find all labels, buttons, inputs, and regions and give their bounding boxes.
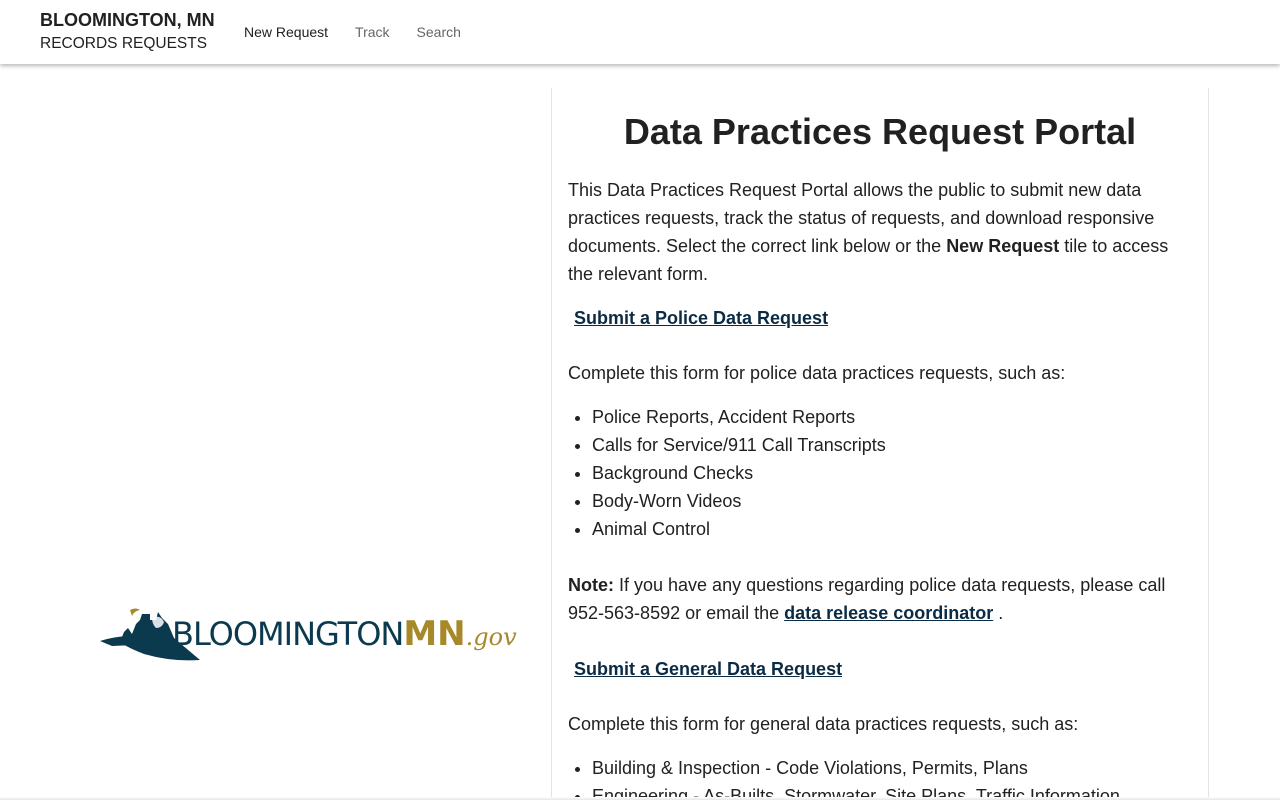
logo-wordmark: BLOOMINGTONMN.gov (172, 612, 517, 663)
list-item: Calls for Service/911 Call Transcripts (592, 431, 1192, 459)
logo-word-bloomington: BLOOMINGTON (172, 615, 404, 653)
list-item: Animal Control (592, 515, 1192, 543)
intro-text: This Data Practices Request Portal allow… (568, 180, 1169, 284)
data-release-coordinator-link[interactable]: data release coordinator (784, 603, 993, 623)
nav-new-request[interactable]: New Request (244, 23, 328, 41)
police-request-link[interactable]: Submit a Police Data Request (574, 304, 1192, 332)
top-header: BLOOMINGTON, MN RECORDS REQUESTS New Req… (0, 0, 1280, 64)
general-list: Building & Inspection - Code Violations,… (592, 754, 1192, 800)
police-description: Complete this form for police data pract… (568, 363, 1066, 383)
list-item: Body-Worn Videos (592, 487, 1192, 515)
list-item: Police Reports, Accident Reports (592, 403, 1192, 431)
brand-title[interactable]: BLOOMINGTON, MN (40, 9, 215, 31)
nav-track[interactable]: Track (355, 23, 389, 41)
list-item: Building & Inspection - Code Violations,… (592, 754, 1192, 782)
general-request-link[interactable]: Submit a General Data Request (574, 655, 1192, 683)
police-list: Police Reports, Accident Reports Calls f… (592, 403, 1192, 543)
list-item: Background Checks (592, 459, 1192, 487)
left-panel (0, 64, 551, 800)
main-nav: New Request Track Search (244, 23, 488, 41)
bloomington-logo: BLOOMINGTONMN.gov (98, 608, 517, 666)
logo-word-mn: MN (403, 614, 466, 654)
logo-word-gov: .gov (465, 623, 517, 651)
police-note: Note: If you have any questions regardin… (568, 575, 1166, 623)
brand-subtitle[interactable]: RECORDS REQUESTS (40, 34, 215, 54)
brand[interactable]: BLOOMINGTON, MN RECORDS REQUESTS (40, 9, 215, 54)
general-description: Complete this form for general data prac… (568, 714, 1079, 734)
nav-search[interactable]: Search (417, 23, 461, 41)
page-title: Data Practices Request Portal (623, 111, 1137, 152)
portal-card: Data Practices Request Portal This Data … (551, 88, 1209, 800)
